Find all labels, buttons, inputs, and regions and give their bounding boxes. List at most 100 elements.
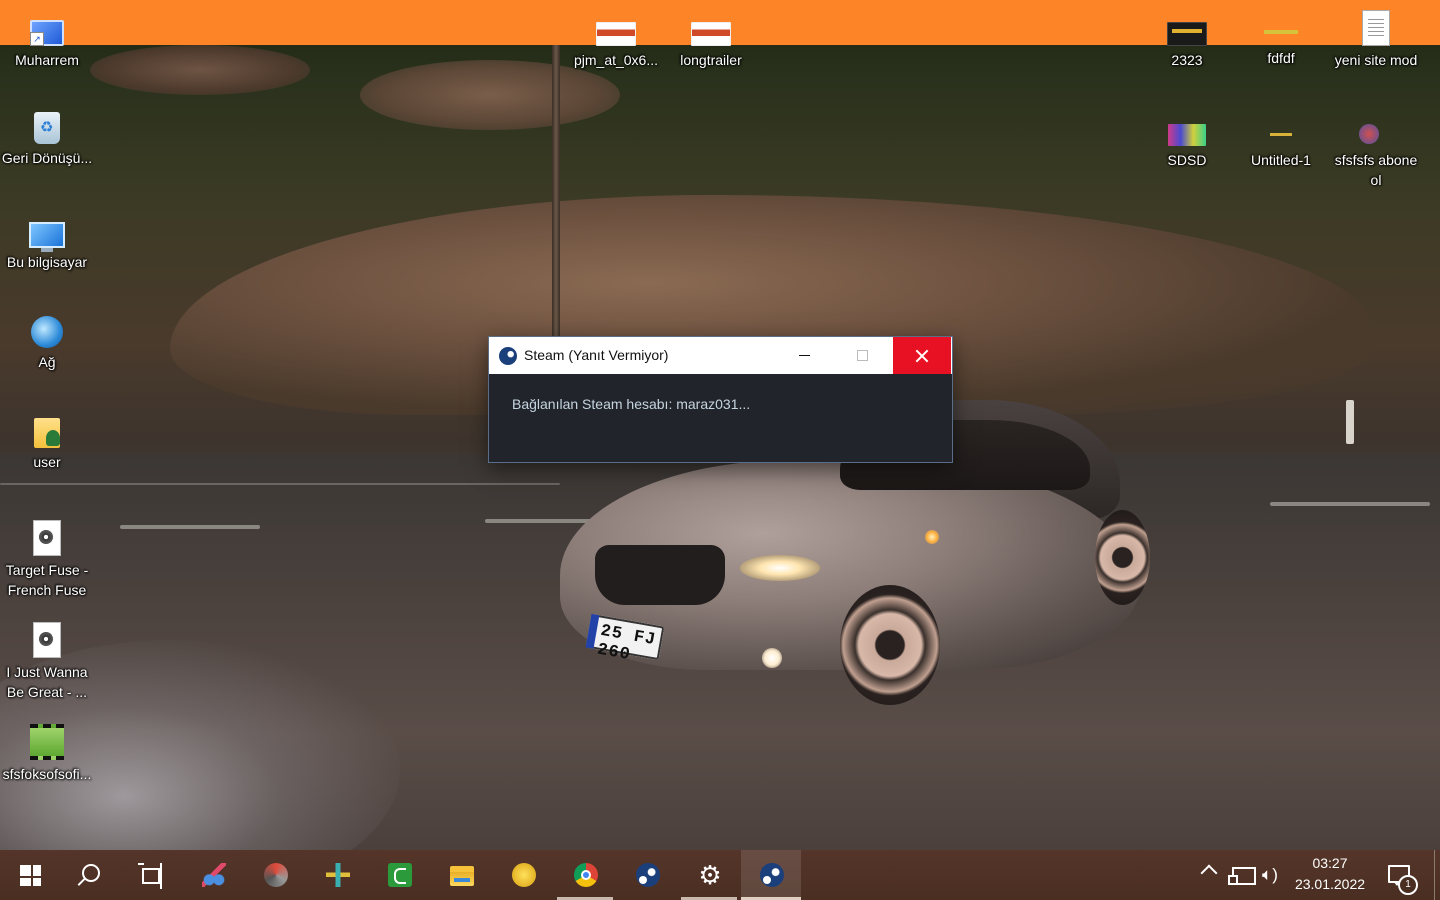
road-line [0, 483, 560, 485]
volume-icon[interactable]: 🔈︎) [1262, 865, 1278, 885]
desktop-icon-sdsd[interactable]: SDSD [1140, 112, 1234, 170]
car-grille [595, 545, 725, 605]
steam-not-responding-dialog[interactable]: Steam (Yanıt Vermiyor) Bağlanılan Steam … [488, 336, 953, 463]
desktop-icon-longtrailer[interactable]: longtrailer [664, 10, 758, 70]
desktop-icon-label: user [33, 454, 61, 470]
desktop-icon-i-just-wanna[interactable]: I Just Wanna Be Great - ... [0, 622, 94, 702]
desktop-icon-label: 2323 [1171, 52, 1203, 68]
notification-count-badge: 1 [1398, 875, 1418, 895]
desktop-icon-label: Geri Dönüşü... [1, 150, 93, 166]
close-button[interactable] [893, 337, 951, 374]
gear-icon: ⚙ [698, 860, 722, 890]
network-status-icon[interactable] [1228, 867, 1256, 885]
video-file-icon [30, 724, 64, 760]
car-indicator [925, 530, 939, 544]
monitor-shortcut-icon: ↗ [30, 20, 64, 46]
desktop-icon-yeni-site-mod[interactable]: yeni site mod [1329, 10, 1423, 70]
image-thumbnail-icon [1168, 124, 1206, 146]
desktop-icon-2323[interactable]: 2323 [1140, 10, 1234, 70]
spiral-app-icon [264, 863, 288, 887]
audio-file-icon [33, 520, 61, 556]
taskbar-settings[interactable]: ⚙ [679, 850, 739, 900]
steam-icon [636, 863, 660, 887]
image-thumbnail-icon [1167, 22, 1207, 46]
taskbar-clock[interactable]: 03:27 23.01.2022 [1290, 853, 1370, 895]
action-center-button[interactable]: 1 [1386, 863, 1418, 895]
network-icon [31, 316, 63, 348]
clock-time: 03:27 [1312, 855, 1348, 871]
green-app-icon [388, 863, 412, 887]
desktop-icon-label: Muharrem [15, 52, 79, 68]
task-view-button[interactable] [120, 850, 180, 900]
wallpaper-rock [360, 60, 620, 130]
desktop-icon-network[interactable]: Ağ [0, 316, 94, 372]
dialog-message: Bağlanılan Steam hesabı: maraz031... [512, 396, 751, 412]
car-foglight [762, 648, 782, 668]
taskbar-yellow-app[interactable] [493, 850, 553, 900]
desktop-icon-video[interactable]: sfsfoksofsofi... [0, 724, 94, 784]
maximize-button[interactable] [833, 337, 891, 374]
search-icon [82, 864, 100, 882]
desktop-icon-sfsfsfs[interactable]: sfsfsfs abone ol [1329, 112, 1423, 190]
show-hidden-icons-chevron-icon[interactable] [1200, 864, 1218, 882]
taskbar-steam[interactable] [617, 850, 677, 900]
taskbar-flight-app[interactable] [307, 850, 367, 900]
desktop-icon-label: sfsfoksofsofi... [2, 766, 92, 782]
road-line [1270, 502, 1430, 506]
desktop-icon-muharrem[interactable]: ↗ Muharrem [0, 10, 94, 70]
wallpaper-post [1346, 400, 1354, 444]
image-thumbnail-icon [691, 22, 731, 46]
desktop-icon-user[interactable]: user [0, 418, 94, 472]
desktop-icon-label: Bu bilgisayar [6, 254, 88, 270]
windows-logo-icon [20, 865, 41, 886]
taskbar-chrome[interactable] [555, 850, 615, 900]
taskbar-camtasia[interactable] [369, 850, 429, 900]
desktop-icon-recycle-bin[interactable]: Geri Dönüşü... [0, 112, 94, 168]
image-thumbnail-icon [1262, 22, 1300, 44]
taskbar-snipping-tool[interactable] [183, 850, 243, 900]
desktop-icon-label: longtrailer [680, 52, 742, 68]
car-wheel [1095, 510, 1150, 605]
road-line [120, 525, 260, 529]
desktop-icon-this-pc[interactable]: Bu bilgisayar [0, 214, 94, 272]
taskbar-file-explorer[interactable] [431, 850, 491, 900]
desktop-icon-pjm[interactable]: pjm_at_0x6... [569, 10, 663, 70]
start-button[interactable] [0, 850, 60, 900]
desktop-icon-label: yeni site mod [1334, 52, 1418, 68]
clock-date: 23.01.2022 [1294, 876, 1366, 892]
plate-text: 25 FJ 260 [595, 621, 658, 666]
desktop-icon-label: Target Fuse - French Fuse [5, 562, 89, 598]
scissors-icon [202, 863, 226, 887]
computer-icon [29, 222, 65, 252]
desktop-icon-label: I Just Wanna Be Great - ... [6, 664, 88, 700]
folder-icon [450, 866, 474, 886]
taskbar-photoscape[interactable] [245, 850, 305, 900]
wallpaper-pole [552, 45, 560, 345]
desktop-icon-label: sfsfsfs abone ol [1334, 152, 1418, 188]
chrome-icon [574, 863, 598, 887]
user-folder-icon [34, 418, 60, 448]
dialog-title: Steam (Yanıt Vermiyor) [524, 347, 669, 363]
dialog-titlebar[interactable]: Steam (Yanıt Vermiyor) [489, 337, 952, 374]
desktop-icon-untitled-1[interactable]: Untitled-1 [1234, 112, 1328, 170]
image-thumbnail-icon [596, 22, 636, 46]
wallpaper-rock [90, 45, 310, 95]
search-button[interactable] [60, 850, 120, 900]
task-view-icon [138, 863, 162, 889]
desktop-icon-label: Ağ [38, 354, 56, 370]
desktop-icon-label: Untitled-1 [1251, 152, 1311, 168]
desktop-icon-label: SDSD [1167, 152, 1207, 168]
minimize-button[interactable] [775, 337, 833, 374]
desktop-icon-label: fdfdf [1267, 50, 1295, 66]
audio-file-icon [33, 622, 61, 658]
car-wheel [840, 585, 940, 705]
text-document-icon [1362, 10, 1390, 46]
show-desktop-button[interactable] [1434, 850, 1435, 900]
desktop-icon-target-fuse[interactable]: Target Fuse - French Fuse [0, 520, 94, 600]
yellow-app-icon [512, 863, 536, 887]
recycle-bin-icon [34, 112, 60, 144]
plane-app-icon [326, 863, 350, 887]
desktop-icon-fdfdf[interactable]: fdfdf [1234, 10, 1328, 68]
steam-icon [499, 347, 517, 365]
taskbar-steam-active[interactable] [741, 850, 801, 900]
